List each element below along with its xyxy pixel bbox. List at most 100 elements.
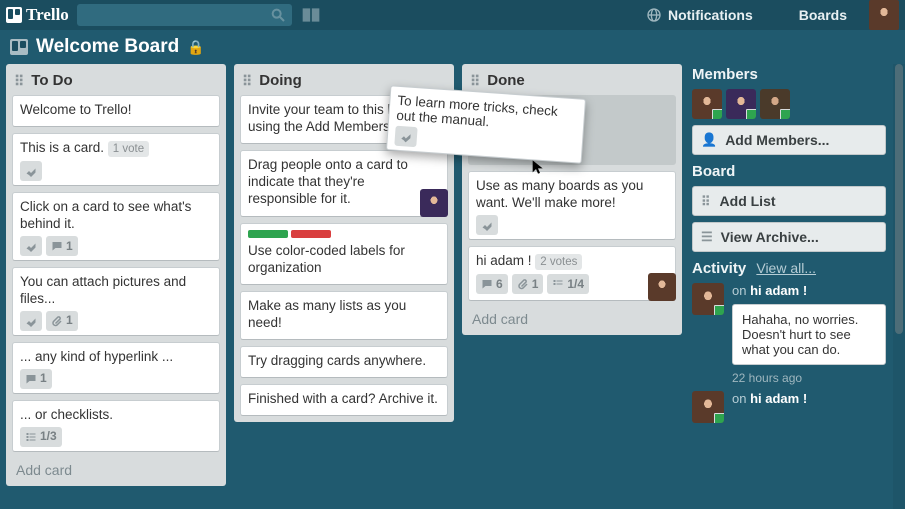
view-archive-label: View Archive... [721,229,819,245]
card-text: Use as many boards as you want. We'll ma… [476,178,668,212]
member-avatar[interactable] [726,89,756,119]
grip-icon: ⠿ [470,74,481,88]
card[interactable]: Click on a card to see what's behind it.… [12,192,220,261]
add-list-button[interactable]: ⠿ Add List [692,186,886,216]
activity-heading: Activity View all... [692,260,886,277]
activity-action: on hi adam ! [732,283,886,298]
desc-badge [394,126,417,147]
add-members-button[interactable]: 👤 Add Members... [692,125,886,155]
card-text: This is a card. [20,140,104,155]
member-avatar[interactable] [760,89,790,119]
card-text: Drag people onto a card to indicate that… [248,157,440,208]
desc-badge [20,161,42,181]
card-text: ... any kind of hyperlink ... [20,349,212,366]
user-avatar[interactable] [869,0,899,30]
card[interactable]: Try dragging cards anywhere. [240,346,448,378]
boards-label: Boards [799,7,847,23]
add-list-label: Add List [720,193,776,209]
activity-item: on hi adam ! [692,391,886,423]
list-name: Doing [259,72,302,89]
card-text: hi adam ! [476,253,532,268]
label-red[interactable] [291,230,331,238]
add-card-button[interactable]: Add card [12,458,220,480]
card[interactable]: You can attach pictures and files... 1 [12,267,220,336]
card[interactable]: ... any kind of hyperlink ... 1 [12,342,220,394]
card-text: Welcome to Trello! [20,102,212,119]
card[interactable]: Finished with a card? Archive it. [240,384,448,416]
attachments-badge: 1 [512,274,544,294]
activity-avatar[interactable] [692,283,724,315]
card[interactable]: Make as many lists as you need! [240,291,448,340]
list-header[interactable]: ⠿ Done [468,70,676,89]
cursor-icon [530,159,546,175]
activity-avatar[interactable] [692,391,724,423]
activity-action: on hi adam ! [732,391,886,406]
card-text: Finished with a card? Archive it. [248,391,440,408]
view-archive-button[interactable]: ☰ View Archive... [692,222,886,252]
board-canvas: ⠿ To Do Welcome to Trello! This is a car… [0,64,905,486]
activity-comment: Hahaha, no worries. Doesn't hurt to see … [732,304,886,365]
search-icon [270,7,286,23]
lock-icon[interactable]: 🔒 [187,39,204,56]
desc-badge [20,236,42,256]
members-heading: Members [692,66,886,83]
add-card-button[interactable]: Add card [468,307,676,329]
search-input[interactable] [77,4,292,26]
votes-badge: 1 vote [108,141,149,157]
list-name: Done [487,72,525,89]
card-text: Make as many lists as you need! [248,298,440,332]
person-icon: 👤 [701,132,717,148]
card-member-avatar[interactable] [648,273,676,301]
card-text: ... or checklists. [20,407,212,424]
view-all-link[interactable]: View all... [756,260,816,276]
scroll-thumb[interactable] [895,64,903,334]
card-text: Click on a card to see what's behind it. [20,199,212,233]
boards-icon [777,8,793,22]
card-text: Use color-coded labels for organization [248,243,440,277]
grip-icon: ⠿ [14,74,25,88]
comments-badge: 6 [476,274,508,294]
checklist-badge: 1/3 [20,427,62,447]
app-header: Trello Notifications Boards [0,0,905,30]
comments-badge: 1 [20,369,52,389]
board-icon [10,39,28,55]
globe-icon [646,7,662,23]
board-section-heading: Board [692,163,886,180]
label-green[interactable] [248,230,288,238]
card[interactable]: Drag people onto a card to indicate that… [240,150,448,218]
card[interactable]: Use as many boards as you want. We'll ma… [468,171,676,240]
trello-icon [6,7,22,23]
card-labels [248,230,440,238]
card[interactable]: Use color-coded labels for organization [240,223,448,285]
card-member-avatar[interactable] [420,189,448,217]
list-header[interactable]: ⠿ To Do [12,70,220,89]
member-avatar[interactable] [692,89,722,119]
board-title[interactable]: Welcome Board [36,36,179,58]
card[interactable]: This is a card. 1 vote [12,133,220,186]
grip-icon: ⠿ [701,195,712,208]
grip-icon: ⠿ [242,74,253,88]
dragging-card[interactable]: To learn more tricks, check out the manu… [386,85,586,164]
card[interactable]: hi adam ! 2 votes 6 1 1/4 [468,246,676,301]
board-header: Welcome Board 🔒 [0,30,905,64]
scrollbar[interactable] [893,64,905,509]
checklist-badge: 1/4 [547,274,589,294]
notifications-button[interactable]: Notifications [638,7,761,23]
board-sidebar: Members 👤 Add Members... Board ⠿ Add Lis… [690,64,888,423]
archive-icon: ☰ [701,229,713,245]
comments-badge: 1 [46,236,78,256]
card[interactable]: Welcome to Trello! [12,95,220,127]
logo-text: Trello [26,5,69,25]
list-name: To Do [31,72,72,89]
desc-badge [476,215,498,235]
notifications-label: Notifications [668,7,753,23]
logo[interactable]: Trello [6,5,69,25]
guide-icon[interactable] [300,4,322,26]
boards-button[interactable]: Boards [769,7,855,23]
card-text: Try dragging cards anywhere. [248,353,440,370]
votes-badge: 2 votes [535,254,582,270]
card-text: You can attach pictures and files... [20,274,212,308]
activity-item: on hi adam ! Hahaha, no worries. Doesn't… [692,283,886,385]
list-todo: ⠿ To Do Welcome to Trello! This is a car… [6,64,226,486]
card[interactable]: ... or checklists. 1/3 [12,400,220,452]
